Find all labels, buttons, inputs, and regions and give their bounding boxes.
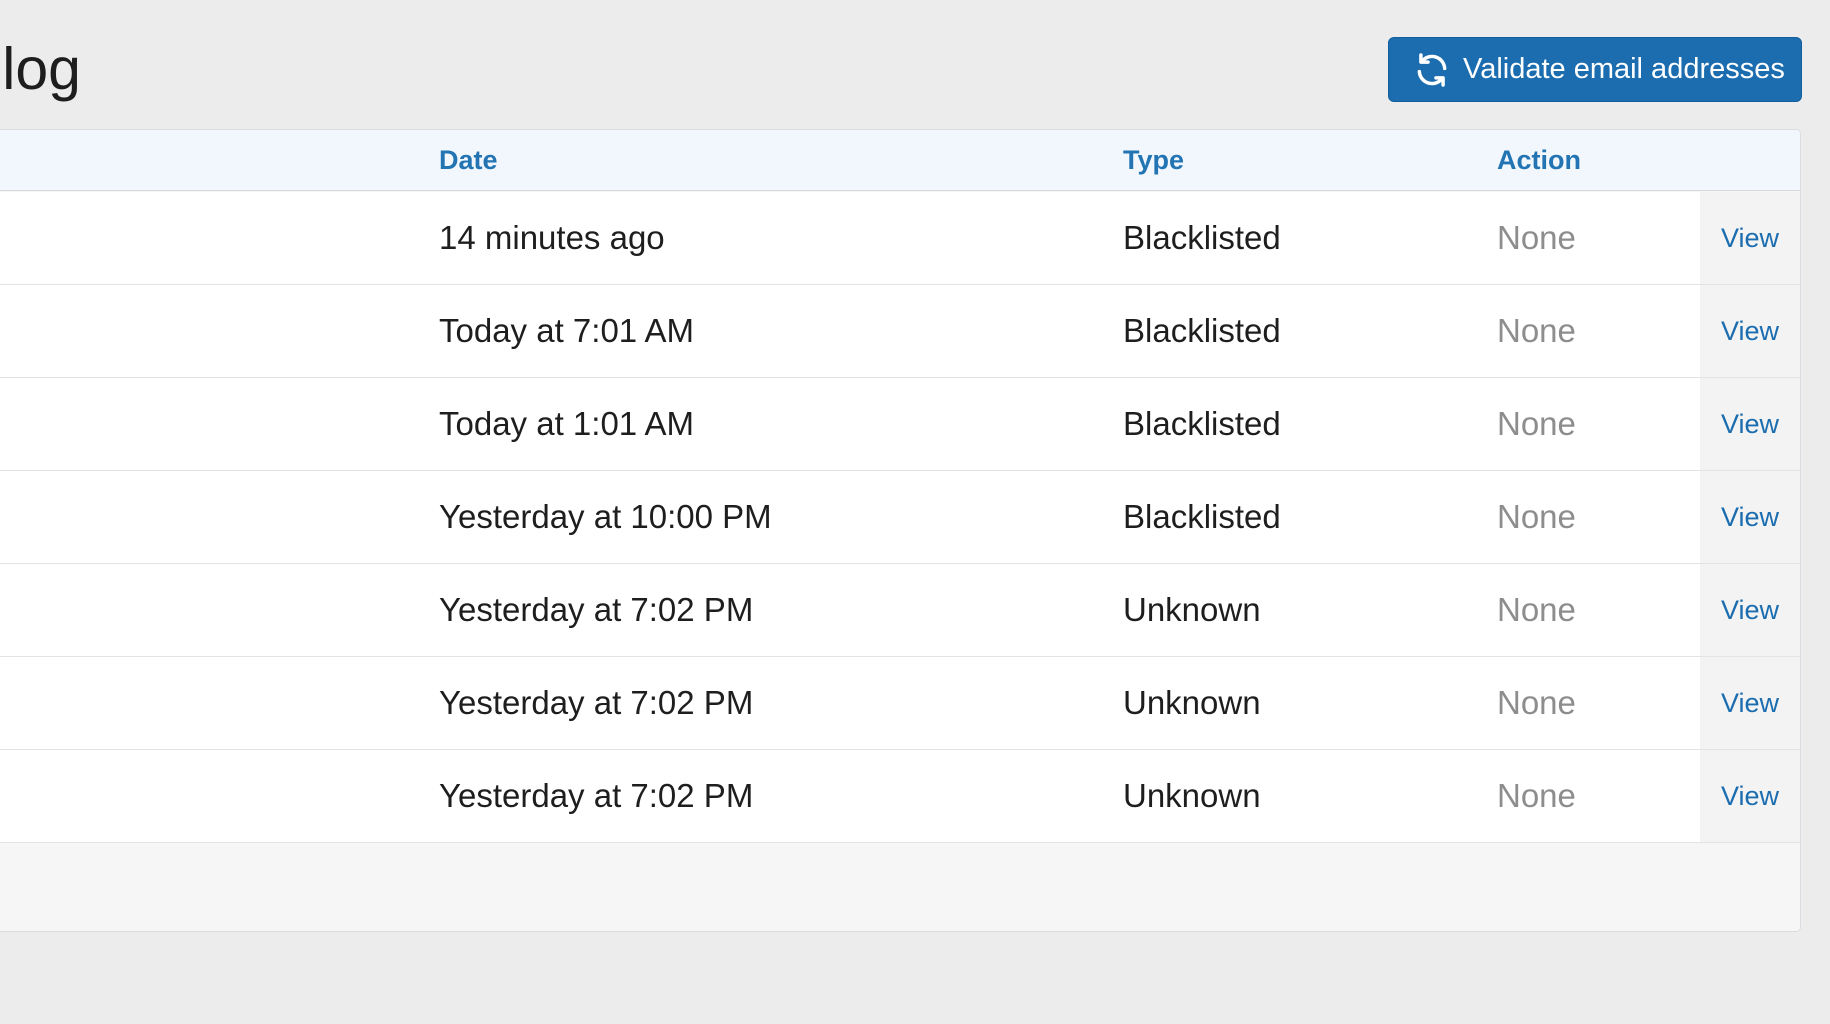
view-link[interactable]: View [1721, 192, 1779, 284]
table-row: Yesterday at 7:02 PM Unknown None View [0, 657, 1800, 750]
date-cell: Today at 1:01 AM [439, 405, 694, 442]
column-header-date[interactable]: Date [439, 130, 498, 191]
action-cell: None [1497, 312, 1576, 349]
table-row: Today at 1:01 AM Blacklisted None View [0, 378, 1800, 471]
date-cell: 14 minutes ago [439, 219, 665, 256]
date-cell: Yesterday at 10:00 PM [439, 498, 772, 535]
view-link[interactable]: View [1721, 564, 1779, 656]
column-header-type[interactable]: Type [1123, 130, 1184, 191]
validate-email-addresses-button[interactable]: Validate email addresses [1388, 37, 1802, 102]
column-header-action[interactable]: Action [1497, 130, 1581, 191]
view-link[interactable]: View [1721, 471, 1779, 563]
table-header: Date Type Action [0, 130, 1800, 191]
view-link[interactable]: View [1721, 378, 1779, 470]
type-cell: Blacklisted [1123, 405, 1281, 442]
action-cell: None [1497, 498, 1576, 535]
page: n log Validate email addresses Date Type… [0, 0, 1830, 1024]
view-cell: View [1700, 657, 1800, 749]
action-cell: None [1497, 684, 1576, 721]
view-cell: View [1700, 192, 1800, 284]
view-link[interactable]: View [1721, 657, 1779, 749]
view-link[interactable]: View [1721, 285, 1779, 377]
table-row: Yesterday at 10:00 PM Blacklisted None V… [0, 471, 1800, 564]
date-cell: Yesterday at 7:02 PM [439, 777, 754, 814]
view-cell: View [1700, 564, 1800, 656]
page-title: n log [0, 36, 81, 102]
action-cell: None [1497, 219, 1576, 256]
view-cell: View [1700, 378, 1800, 470]
view-cell: View [1700, 285, 1800, 377]
table-row: om Today at 7:01 AM Blacklisted None Vie… [0, 285, 1800, 378]
type-cell: Blacklisted [1123, 312, 1281, 349]
view-link[interactable]: View [1721, 750, 1779, 842]
view-cell: View [1700, 750, 1800, 842]
table-footer [0, 843, 1800, 931]
type-cell: Unknown [1123, 777, 1261, 814]
table-row: 14 minutes ago Blacklisted None View [0, 192, 1800, 285]
action-cell: None [1497, 591, 1576, 628]
date-cell: Yesterday at 7:02 PM [439, 591, 754, 628]
view-cell: View [1700, 471, 1800, 563]
action-cell: None [1497, 405, 1576, 442]
type-cell: Unknown [1123, 684, 1261, 721]
action-cell: None [1497, 777, 1576, 814]
type-cell: Unknown [1123, 591, 1261, 628]
date-cell: Today at 7:01 AM [439, 312, 694, 349]
table-row: Yesterday at 7:02 PM Unknown None View [0, 564, 1800, 657]
refresh-icon [1413, 51, 1451, 89]
table-row: Yesterday at 7:02 PM Unknown None View [0, 750, 1800, 843]
validate-button-label: Validate email addresses [1463, 53, 1785, 85]
type-cell: Blacklisted [1123, 219, 1281, 256]
date-cell: Yesterday at 7:02 PM [439, 684, 754, 721]
type-cell: Blacklisted [1123, 498, 1281, 535]
log-table: Date Type Action 14 minutes ago Blacklis… [0, 129, 1801, 932]
